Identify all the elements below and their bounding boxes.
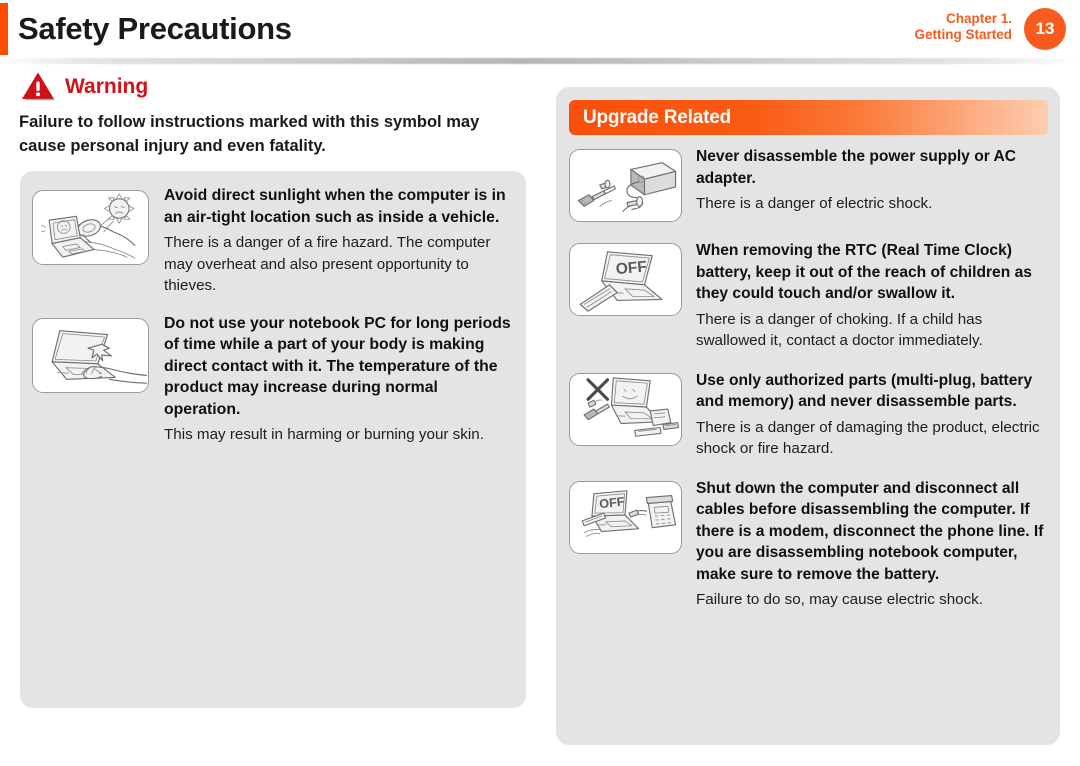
laptop-off-phone-modem-icon: OFF [569,480,682,554]
list-item: Use only authorized parts (multi-plug, b… [569,370,1048,460]
list-item: Never disassemble the power supply or AC… [569,146,1048,222]
laptop-unauthorized-parts-x-icon [569,372,682,446]
list-item: OFF When removing the RTC (Real Time Clo… [569,240,1048,352]
list-item-text: Use only authorized parts (multi-plug, b… [696,370,1048,460]
laptop-off-rtc-battery-icon: OFF [569,243,682,316]
svg-text:OFF: OFF [599,494,626,511]
page-title: Safety Precautions [18,11,292,46]
page-header: Safety Precautions Chapter 1. Getting St… [0,0,1080,64]
left-column: Warning Failure to follow instructions m… [14,62,526,708]
chapter-label: Chapter 1. Getting Started [914,11,1012,43]
list-item-text: Shut down the computer and disconnect al… [696,478,1048,611]
ac-adapter-screwdriver-icon [569,149,682,222]
warning-label: Warning [65,75,149,98]
list-item-body: There is a danger of damaging the produc… [696,418,1040,458]
list-item-title: Avoid direct sunlight when the computer … [164,187,506,226]
list-item-title: Do not use your notebook PC for long per… [164,314,511,418]
list-item-text: When removing the RTC (Real Time Clock) … [696,240,1048,352]
section-title: Upgrade Related [583,106,731,128]
list-item-text: Never disassemble the power supply or AC… [696,146,1048,215]
svg-text:OFF: OFF [615,258,647,278]
left-panel: Avoid direct sunlight when the computer … [20,171,526,708]
header-accent-bar [0,3,8,55]
section-header-upgrade-related: Upgrade Related [569,100,1048,135]
car-dashboard-laptop-sun-icon [32,190,149,265]
warning-triangle-icon [20,69,56,102]
list-item-body: This may result in harming or burning yo… [164,426,484,443]
chapter-number-label: Chapter 1. [945,11,1012,26]
list-item: OFF Shut down the computer and disconnec… [569,478,1048,611]
laptop-hand-heat-icon [32,317,149,393]
list-item-body: There is a danger of electric shock. [696,195,933,212]
warning-description: Failure to follow instructions marked wi… [19,113,480,155]
list-item-title: Use only authorized parts (multi-plug, b… [696,371,1033,411]
list-item-text: Do not use your notebook PC for long per… [164,313,514,446]
list-item-body: Failure to do so, may cause electric sho… [696,591,983,608]
list-item: Avoid direct sunlight when the computer … [32,185,514,297]
right-panel: Upgrade Related Never disassemble the po… [556,87,1060,745]
chapter-name-label: Getting Started [914,27,1012,42]
content-columns: Warning Failure to follow instructions m… [0,62,1080,766]
list-item-title: Shut down the computer and disconnect al… [696,479,1044,583]
list-item: Do not use your notebook PC for long per… [32,313,514,446]
list-item-body: There is a danger of choking. If a child… [696,310,983,350]
list-item-title: Never disassemble the power supply or AC… [696,148,1017,187]
page-number-badge: 13 [1024,8,1066,50]
warning-heading: Warning [14,62,526,102]
list-item-text: Avoid direct sunlight when the computer … [164,185,514,297]
list-item-title: When removing the RTC (Real Time Clock) … [696,242,1032,302]
right-column: Upgrade Related Never disassemble the po… [556,87,1060,745]
list-item-body: There is a danger of a fire hazard. The … [164,234,491,294]
